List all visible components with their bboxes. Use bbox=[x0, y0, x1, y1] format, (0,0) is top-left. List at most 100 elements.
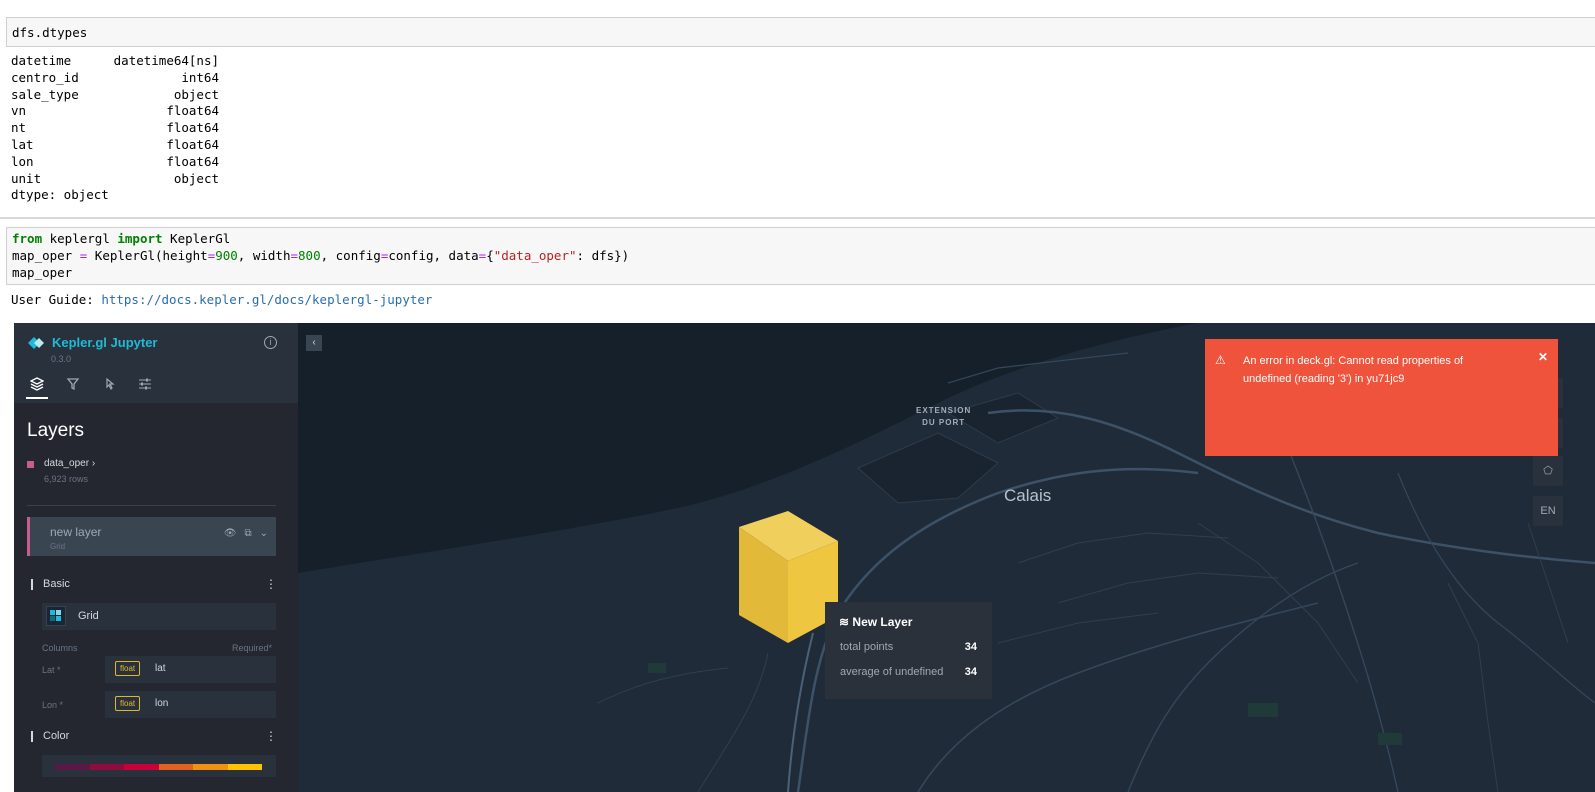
dtype-column-name: lat bbox=[11, 136, 34, 152]
code-tok: 900 bbox=[215, 248, 238, 263]
field-select-lat[interactable]: float lat bbox=[105, 656, 276, 683]
dtype-value: float64 bbox=[166, 120, 219, 136]
color-swatch bbox=[158, 764, 193, 770]
divider bbox=[27, 505, 276, 506]
dtype-value: object bbox=[173, 86, 219, 102]
dtype-row: lon float64 bbox=[11, 154, 219, 171]
field-type-tag: float bbox=[115, 696, 141, 711]
map-label-line: EXTENSION bbox=[916, 406, 972, 415]
dataset-rows: 6,923 rows bbox=[44, 474, 89, 484]
layer-card[interactable]: new layer Grid 👁 ⧉ ⌄ bbox=[27, 517, 276, 556]
dtype-column-name: sale_type bbox=[11, 86, 79, 102]
field-name: lat bbox=[155, 663, 166, 674]
kepler-logo-icon bbox=[28, 336, 44, 349]
more-icon[interactable]: ⋮ bbox=[265, 577, 277, 591]
dtype-value: int64 bbox=[181, 69, 219, 85]
chevron-right-icon: › bbox=[91, 458, 96, 469]
code-line-2: map_oper = KeplerGl(height=900, width=80… bbox=[12, 247, 1590, 264]
dtype-column-name: vn bbox=[11, 103, 27, 119]
eye-icon[interactable]: 👁 bbox=[224, 528, 237, 539]
code-text: dfs.dtypes bbox=[12, 25, 88, 40]
dtype-row: sale_type object bbox=[11, 87, 219, 104]
class-name: KeplerGl bbox=[162, 231, 231, 246]
warning-icon: ⚠ bbox=[1215, 353, 1226, 367]
dtype-row: centro_id int64 bbox=[11, 70, 219, 87]
layer-type-selector[interactable]: Grid bbox=[42, 603, 276, 630]
color-swatch bbox=[227, 764, 262, 770]
dtypes-footer: dtype: object bbox=[11, 187, 109, 203]
chevron-down-icon[interactable]: ⌄ bbox=[260, 528, 268, 539]
dtype-value: object bbox=[173, 170, 219, 186]
dtype-value: datetime64[ns] bbox=[113, 53, 219, 68]
cell-separator bbox=[0, 217, 1595, 219]
user-guide-output: User Guide: https://docs.kepler.gl/docs/… bbox=[6, 292, 437, 309]
user-guide-label: User Guide: bbox=[11, 292, 102, 307]
module-name: keplergl bbox=[42, 231, 118, 246]
collapse-panel-button[interactable]: ‹ bbox=[306, 335, 322, 351]
dtype-column-name: lon bbox=[11, 153, 34, 169]
code-line-3: map_oper bbox=[12, 265, 73, 280]
side-panel: Kepler.gl Jupyter 0.3.0 i Layers data_op… bbox=[14, 323, 298, 792]
field-select-lon[interactable]: float lon bbox=[105, 691, 276, 718]
dtype-value: float64 bbox=[166, 153, 219, 169]
code-tok: : dfs}) bbox=[576, 248, 630, 263]
code-tok: { bbox=[486, 248, 494, 263]
tooltip-row: total points 34 bbox=[840, 641, 977, 653]
dtype-row: unit object bbox=[11, 171, 219, 188]
code-cell-keplergl[interactable]: from keplergl import KeplerGl map_oper =… bbox=[6, 227, 1595, 285]
code-tok: config, data bbox=[388, 248, 479, 263]
code-tok: KeplerGl(height bbox=[87, 248, 208, 263]
dtype-row: vn float64 bbox=[11, 103, 219, 120]
code-tok: "data_oper" bbox=[493, 248, 577, 263]
dtype-column-name: datetime bbox=[11, 53, 72, 68]
duplicate-icon[interactable]: ⧉ bbox=[244, 528, 251, 539]
dtype-row: nt float64 bbox=[11, 120, 219, 137]
dtype-row: lat float64 bbox=[11, 137, 219, 154]
map-canvas[interactable]: ‹ EXTENSION DU PORT Calais ≋ New Layer t… bbox=[298, 323, 1595, 792]
kw-from: from bbox=[12, 231, 43, 246]
info-icon[interactable]: i bbox=[264, 336, 277, 349]
map-label-line: DU PORT bbox=[922, 418, 966, 427]
section-color[interactable]: Color bbox=[31, 731, 69, 742]
map-label-port: EXTENSION DU PORT bbox=[916, 405, 971, 429]
dtype-value: float64 bbox=[166, 103, 219, 119]
filter-tab-icon[interactable] bbox=[62, 377, 84, 399]
brand-name: Kepler.gl Jupyter bbox=[52, 335, 158, 350]
kepler-widget[interactable]: Kepler.gl Jupyter 0.3.0 i Layers data_op… bbox=[14, 323, 1595, 792]
field-label-lon: Lon * bbox=[42, 700, 64, 710]
tooltip-row: average of undefined 34 bbox=[840, 666, 977, 678]
draw-polygon-icon[interactable]: ⬠ bbox=[1533, 456, 1563, 486]
code-tok: 800 bbox=[298, 248, 321, 263]
columns-label: Columns bbox=[42, 643, 78, 653]
side-panel-header: Kepler.gl Jupyter 0.3.0 i bbox=[14, 323, 298, 403]
close-icon[interactable]: ✕ bbox=[1538, 350, 1548, 364]
field-name: lon bbox=[155, 698, 169, 709]
map-label-city: Calais bbox=[1004, 486, 1052, 505]
dtypes-output: datetime datetime64[ns] centro_id int64 sale… bbox=[6, 53, 224, 204]
tooltip-title: ≋ New Layer bbox=[839, 615, 913, 629]
interaction-tab-icon[interactable] bbox=[98, 377, 120, 399]
color-palette-selector[interactable] bbox=[42, 755, 276, 777]
code-tok: , width bbox=[237, 248, 291, 263]
layer-name[interactable]: new layer bbox=[50, 525, 101, 539]
section-basic[interactable]: Basic bbox=[31, 579, 70, 590]
error-message: An error in deck.gl: Cannot read propert… bbox=[1243, 355, 1464, 385]
dtype-value: float64 bbox=[166, 136, 219, 152]
field-label-lat: Lat * bbox=[42, 665, 61, 675]
user-guide-link[interactable]: https://docs.kepler.gl/docs/keplergl-jup… bbox=[101, 292, 432, 307]
code-cell-dtypes[interactable]: dfs.dtypes bbox=[6, 17, 1595, 47]
layers-tab-icon[interactable] bbox=[26, 377, 48, 399]
locale-button[interactable]: EN bbox=[1533, 496, 1563, 526]
map-tooltip: ≋ New Layer total points 34 average of un… bbox=[825, 602, 992, 699]
brand: Kepler.gl Jupyter bbox=[28, 335, 157, 350]
color-swatch bbox=[124, 764, 159, 770]
color-swatch bbox=[89, 764, 124, 770]
color-swatch bbox=[55, 764, 90, 770]
dtype-column-name: nt bbox=[11, 120, 27, 136]
dataset-name: data_oper › bbox=[44, 458, 96, 469]
more-icon[interactable]: ⋮ bbox=[265, 729, 277, 743]
color-ramp bbox=[55, 764, 262, 770]
required-label: Required* bbox=[232, 643, 273, 653]
field-type-tag: float bbox=[115, 661, 141, 676]
basemap-tab-icon[interactable] bbox=[134, 377, 156, 399]
